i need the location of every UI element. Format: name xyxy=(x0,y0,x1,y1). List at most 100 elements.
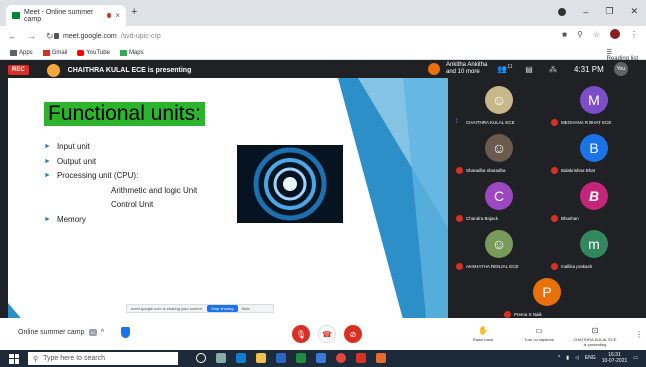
bookmarks-bar: Apps Gmail YouTube Maps ☰ Reading list xyxy=(0,46,646,62)
mic-off-icon xyxy=(456,263,463,270)
close-window-icon[interactable]: ✕ xyxy=(630,6,638,17)
task-view-icon[interactable] xyxy=(216,353,226,363)
bullet-arrow-icon: ► xyxy=(44,157,51,165)
camera-off-icon: ⊘ xyxy=(349,329,357,339)
chevron-up-icon[interactable]: ^ xyxy=(101,329,104,336)
participant-tile[interactable]: m mallika prakash xyxy=(547,224,642,272)
participant-tile[interactable]: P Prema S Naik xyxy=(500,272,595,320)
cortana-icon[interactable] xyxy=(196,353,206,363)
minimize-icon[interactable]: – xyxy=(583,7,588,17)
file-explorer-icon[interactable] xyxy=(256,353,266,363)
forward-icon[interactable]: → xyxy=(27,31,36,42)
address-bar: ← → ↻ meet.google.com/svd-upic-crp ■ ⚲ ☆… xyxy=(0,26,646,46)
lock-icon xyxy=(54,33,59,39)
security-shield-icon[interactable] xyxy=(121,327,130,338)
mic-off-icon xyxy=(456,167,463,174)
apps-grid-icon xyxy=(10,49,17,56)
bookmark-maps[interactable]: Maps xyxy=(119,49,144,56)
leave-call-button[interactable]: ☎ xyxy=(318,325,336,343)
notifications-icon[interactable]: ▭ xyxy=(633,355,638,361)
app-icon[interactable] xyxy=(356,353,366,363)
chrome-icon[interactable] xyxy=(336,353,346,363)
meeting-name: Online summer camp xyxy=(18,329,85,336)
participant-avatar: B xyxy=(580,134,608,162)
camera-toggle-button[interactable]: ⊘ xyxy=(344,325,362,343)
participant-tile[interactable]: ☺ ⁞ CHAITHRA KULAL ECE xyxy=(452,80,547,128)
presenter-status-button[interactable]: ⊡ CHAITHRA KULAL ECE is presenting xyxy=(570,326,620,347)
raise-hand-button[interactable]: ✋ Raise hand xyxy=(458,326,508,342)
url-field[interactable]: meet.google.com/svd-upic-crp xyxy=(54,29,564,43)
bullet-item: ► Processing unit (CPU): xyxy=(44,169,197,184)
people-count: 11 xyxy=(507,64,513,71)
meeting-details[interactable]: Online summer camp ••• ^ xyxy=(18,329,104,336)
bullet-arrow-icon: ► xyxy=(44,215,51,223)
mic-toggle-button[interactable]: 🎙 xyxy=(292,325,310,343)
bookmark-apps[interactable]: Apps xyxy=(10,49,33,56)
participant-tile[interactable]: M MEGHANA R BHAT ECE xyxy=(547,80,642,128)
zoom-icon[interactable]: ⚲ xyxy=(577,30,583,39)
mic-off-icon xyxy=(504,311,511,318)
meet-time: 4:31 PM xyxy=(574,64,604,74)
phone-hangup-icon: ☎ xyxy=(322,329,332,339)
profile-avatar[interactable] xyxy=(610,29,620,39)
taskbar-search-placeholder: Type here to search xyxy=(43,355,106,362)
new-tab-icon[interactable]: + xyxy=(131,6,137,18)
share-notice-text: meet.google.com is sharing your screen. xyxy=(131,306,204,311)
network-icon[interactable]: ▮ xyxy=(566,355,569,361)
participant-tile[interactable]: B Bhushan xyxy=(547,176,642,224)
profile-indicator-icon[interactable] xyxy=(558,7,567,16)
browser-tab-meet[interactable]: Meet - Online summer camp × xyxy=(6,5,126,26)
presenter-avatar xyxy=(46,63,60,77)
rec-badge: REC xyxy=(8,65,29,75)
captions-button[interactable]: ▭ Turn on captions xyxy=(514,326,564,342)
mic-off-icon xyxy=(551,263,558,270)
participant-name: Chandra Bojack xyxy=(456,215,498,222)
language-indicator[interactable]: ENG xyxy=(585,355,596,361)
more-options-icon[interactable]: ⋮ xyxy=(635,330,643,339)
bullet-arrow-icon: ► xyxy=(44,143,51,150)
speaking-icon: ⁞ xyxy=(456,119,458,125)
firefox-icon[interactable] xyxy=(376,353,386,363)
volume-icon[interactable]: ◁ xyxy=(575,355,579,361)
bullet-arrow-icon: ► xyxy=(44,172,51,179)
menu-kebab-icon[interactable]: ⋮ xyxy=(630,30,638,39)
participant-tile[interactable]: ☺ AKSHATHA RENJAL ECE xyxy=(452,224,547,272)
participant-tile[interactable]: B Balakrishna Bhat xyxy=(547,128,642,176)
participant-tile[interactable]: ☺ Sharadha sharadha xyxy=(452,128,547,176)
bookmark-youtube[interactable]: YouTube xyxy=(77,49,110,56)
meeting-badge-icon: ••• xyxy=(88,329,97,336)
activities-icon[interactable]: ⁂ xyxy=(544,65,562,74)
windows-start-icon[interactable] xyxy=(9,353,19,364)
participant-name: Bhushan xyxy=(551,215,579,222)
slide-bullets: ► Input unit ► Output unit ► Processing uni… xyxy=(44,140,197,227)
participant-avatar: M xyxy=(580,86,608,114)
chat-icon[interactable]: ▤ xyxy=(520,65,538,74)
edge-icon[interactable] xyxy=(236,353,246,363)
mail-icon[interactable] xyxy=(316,353,326,363)
hide-button[interactable]: Hide xyxy=(242,306,250,311)
taskbar-clock[interactable]: 16:31 10-07-2021 xyxy=(602,352,628,364)
stop-sharing-button[interactable]: Stop sharing xyxy=(207,305,238,312)
participant-name-text: mallika prakash xyxy=(561,264,593,269)
store-icon[interactable] xyxy=(276,353,286,363)
tray-expand-icon[interactable]: ^ xyxy=(558,355,560,361)
close-tab-icon[interactable]: × xyxy=(115,11,120,20)
meet-bottom-bar: Online summer camp ••• ^ 🎙 ☎ ⊘ ✋ Raise ha… xyxy=(0,318,646,350)
bookmark-gmail[interactable]: Gmail xyxy=(42,49,67,56)
participant-name-text: Bhushan xyxy=(561,216,579,221)
reload-icon[interactable]: ↻ xyxy=(46,31,54,42)
participant-summary[interactable]: Ankitha Ankitha and 10 more xyxy=(446,62,490,76)
participant-tile[interactable]: C Chandra Bojack xyxy=(452,176,547,224)
meet-window: REC CHAITHRA KULAL ECE is presenting Ank… xyxy=(0,60,646,350)
url-path: /svd-upic-crp xyxy=(120,32,161,40)
participant-avatar: P xyxy=(533,278,561,306)
back-icon[interactable]: ← xyxy=(8,31,17,42)
taskbar-search[interactable]: ⚲ Type here to search xyxy=(28,352,178,365)
people-icon[interactable]: 👥11 xyxy=(496,64,514,74)
bullet-text: Memory xyxy=(56,214,86,224)
excel-icon[interactable] xyxy=(296,353,306,363)
participant-name: AKSHATHA RENJAL ECE xyxy=(456,263,519,270)
camera-icon[interactable]: ■ xyxy=(562,30,567,39)
star-icon[interactable]: ☆ xyxy=(593,30,600,39)
maximize-icon[interactable]: ❐ xyxy=(605,6,613,17)
